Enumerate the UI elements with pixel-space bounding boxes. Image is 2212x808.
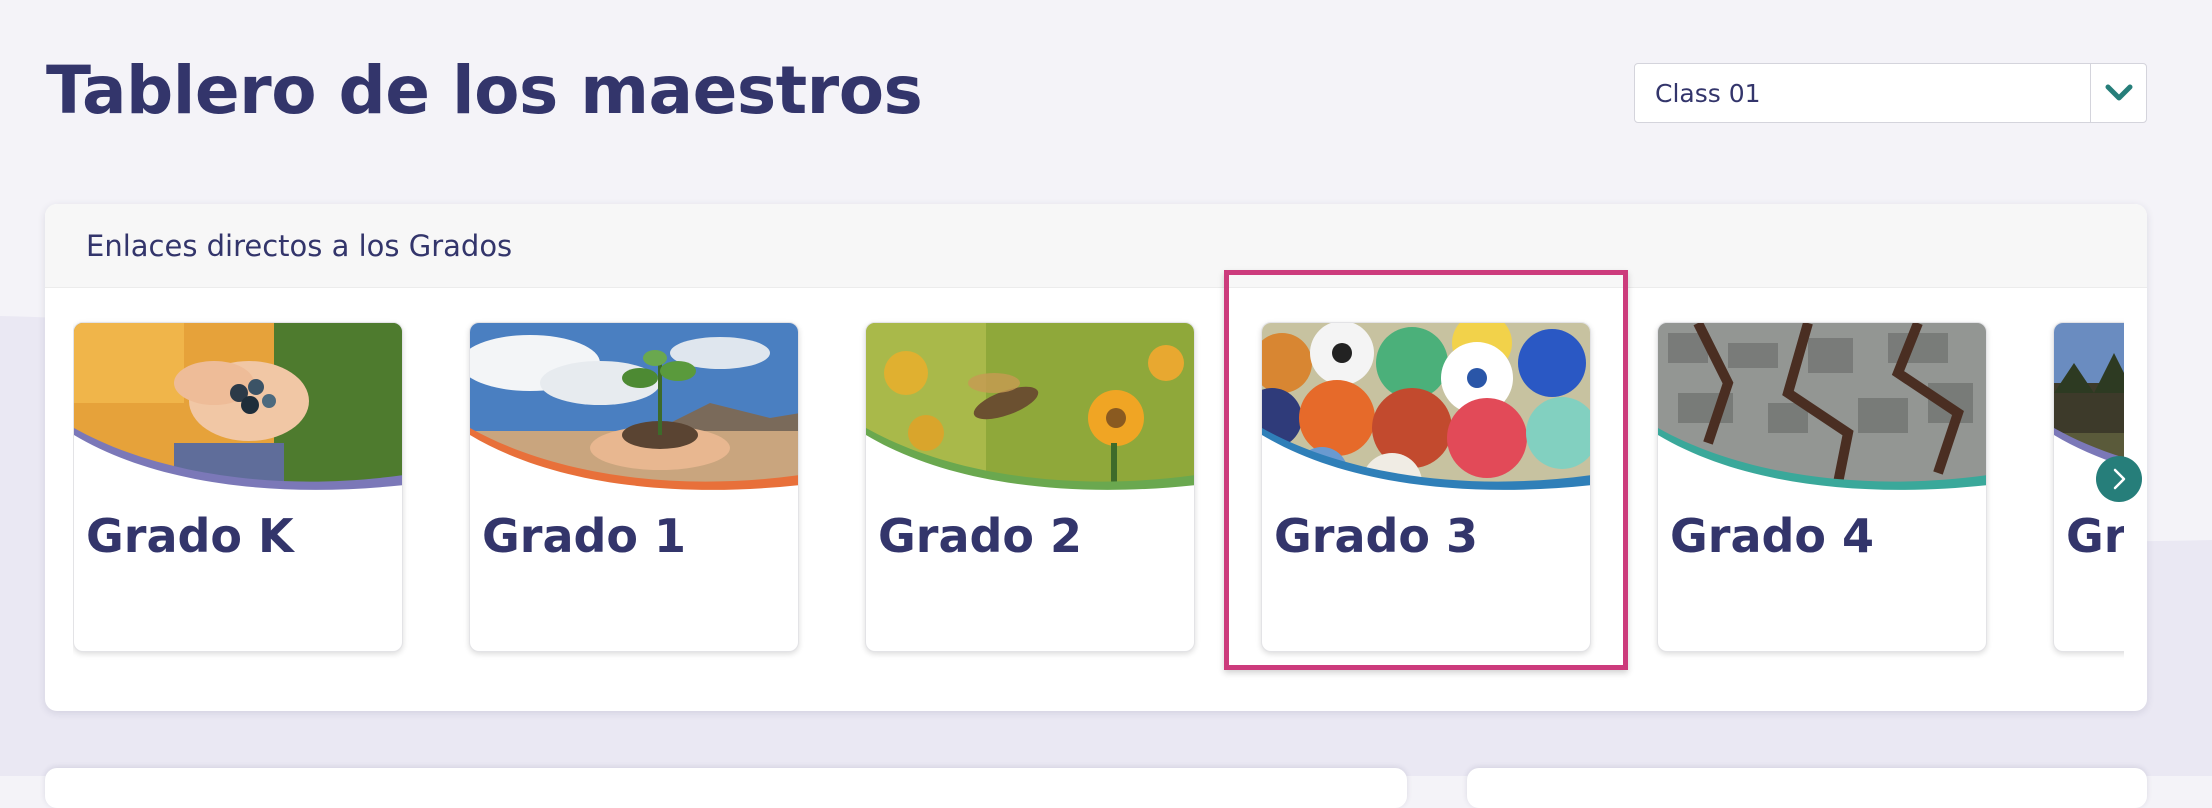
grade-3-image bbox=[1262, 323, 1590, 503]
grade-card-label: Grado 2 bbox=[878, 509, 1083, 563]
grade-card-label: Grado 4 bbox=[1670, 509, 1875, 563]
grade-card-label: Grado 3 bbox=[1274, 509, 1479, 563]
grade-card-3[interactable]: Grado 3 bbox=[1261, 322, 1591, 652]
grade-card-2[interactable]: Grado 2 bbox=[865, 322, 1195, 652]
grade-carousel: Grado K Grado 1 Grado 2 Grado 3 Grado 4 … bbox=[73, 314, 2124, 711]
bottom-panel-left bbox=[45, 768, 1407, 808]
class-select-toggle[interactable] bbox=[2090, 64, 2146, 122]
grade-links-panel: Enlaces directos a los Grados Grado K Gr… bbox=[45, 204, 2147, 711]
grade-card-4[interactable]: Grado 4 bbox=[1657, 322, 1987, 652]
panel-header: Enlaces directos a los Grados bbox=[45, 204, 2147, 288]
chevron-right-icon bbox=[2113, 468, 2126, 490]
grade-card-1[interactable]: Grado 1 bbox=[469, 322, 799, 652]
grade-card-label: Grado K bbox=[86, 509, 294, 563]
class-select-value: Class 01 bbox=[1655, 78, 1761, 108]
carousel-next-button[interactable] bbox=[2096, 456, 2142, 502]
grade-k-image bbox=[74, 323, 402, 503]
chevron-down-icon bbox=[2105, 84, 2132, 101]
bottom-panel-right bbox=[1467, 768, 2147, 808]
grade-card-k[interactable]: Grado K bbox=[73, 322, 403, 652]
page-title: Tablero de los maestros bbox=[46, 52, 923, 129]
class-select[interactable]: Class 01 bbox=[1634, 63, 2147, 123]
grade-4-image bbox=[1658, 323, 1986, 503]
grade-2-image bbox=[866, 323, 1194, 503]
grade-1-image bbox=[470, 323, 798, 503]
grade-card-label: Grado 1 bbox=[482, 509, 687, 563]
grade-card-label: Grado 5 bbox=[2066, 509, 2124, 563]
